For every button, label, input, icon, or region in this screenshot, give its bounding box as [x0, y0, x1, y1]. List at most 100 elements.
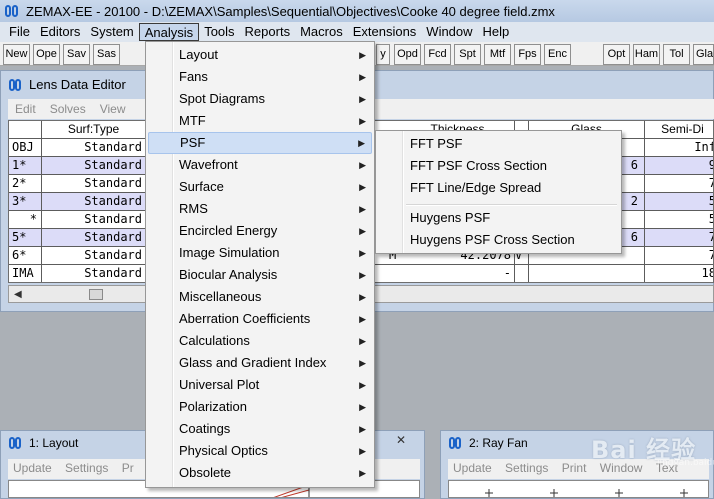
surface-type-cell[interactable]: Standard — [42, 193, 146, 210]
menu-item-label: Polarization — [179, 399, 247, 414]
semi-dia-cell[interactable]: 9 — [645, 157, 713, 174]
surface-type-cell[interactable]: Standard — [42, 229, 146, 246]
lens-editor-menu-edit[interactable]: Edit — [8, 102, 43, 116]
app-title: ZEMAX-EE - 20100 - D:\ZEMAX\Samples\Sequ… — [26, 3, 555, 19]
layout-menu-print[interactable]: Pr — [117, 459, 139, 475]
menu-macros[interactable]: Macros — [295, 23, 348, 41]
surface-type-cell[interactable]: Standard — [42, 139, 146, 156]
toolbar-partial-button[interactable]: y — [376, 44, 390, 65]
toolbar-new-button[interactable]: New — [3, 44, 30, 65]
analysis-menu-item-glass-gradient-index[interactable]: Glass and Gradient Index ▶ — [148, 352, 372, 374]
mark-cell[interactable] — [389, 265, 401, 282]
ray-fan-window-titlebar[interactable]: 2: Ray Fan — [449, 436, 528, 450]
toolbar-spt-button[interactable]: Spt — [454, 44, 481, 65]
analysis-menu-item-universal-plot[interactable]: Universal Plot ▶ — [148, 374, 372, 396]
psf-menu-item-huygens-psf-cross-section[interactable]: Huygens PSF Cross Section — [378, 229, 619, 251]
analysis-menu-item-polarization[interactable]: Polarization ▶ — [148, 396, 372, 418]
toolbar-save-button[interactable]: Sav — [63, 44, 90, 65]
lens-data-editor-titlebar[interactable]: Lens Data Editor — [9, 77, 126, 92]
semi-dia-cell[interactable]: Inf — [645, 139, 713, 156]
layout-menu-update[interactable]: Update — [8, 459, 57, 475]
analysis-menu-item-spot-diagrams[interactable]: Spot Diagrams ▶ — [148, 88, 372, 110]
thickness-solve-cell[interactable] — [515, 265, 529, 282]
analysis-menu-item-biocular-analysis[interactable]: Biocular Analysis ▶ — [148, 264, 372, 286]
analysis-menu-item-coatings[interactable]: Coatings ▶ — [148, 418, 372, 440]
semi-dia-cell[interactable]: 7 — [645, 229, 713, 246]
toolbar-ham-button[interactable]: Ham — [633, 44, 660, 65]
layout-menu-settings[interactable]: Settings — [60, 459, 113, 475]
scroll-left-arrow-icon[interactable]: ◀ — [14, 289, 22, 300]
menu-help[interactable]: Help — [478, 23, 515, 41]
rayfan-menu-update[interactable]: Update — [448, 459, 497, 475]
analysis-menu-item-physical-optics[interactable]: Physical Optics ▶ — [148, 440, 372, 462]
surface-type-cell[interactable]: Standard — [42, 175, 146, 192]
chevron-right-icon: ▶ — [359, 248, 366, 258]
ray-fan-axes — [485, 489, 688, 497]
lens-editor-menu-solves[interactable]: Solves — [43, 102, 93, 116]
chevron-right-icon: ▶ — [359, 336, 366, 346]
menu-extensions[interactable]: Extensions — [348, 23, 422, 41]
analysis-menu-item-psf[interactable]: PSF ▶ — [148, 132, 372, 154]
toolbar-tol-button[interactable]: Tol — [663, 44, 690, 65]
thickness-cell[interactable]: - — [401, 265, 515, 282]
analysis-menu-item-surface[interactable]: Surface ▶ — [148, 176, 372, 198]
toolbar-opd-button[interactable]: Opd — [394, 44, 421, 65]
menu-window[interactable]: Window — [421, 23, 477, 41]
surface-type-cell[interactable]: Standard — [42, 247, 146, 264]
close-icon[interactable]: ✕ — [392, 433, 410, 447]
semi-dia-cell[interactable]: 7 — [645, 175, 713, 192]
grid-header-surf-type[interactable]: Surf:Type — [42, 121, 146, 138]
analysis-menu-item-mtf[interactable]: MTF ▶ — [148, 110, 372, 132]
menu-reports[interactable]: Reports — [240, 23, 296, 41]
menu-system[interactable]: System — [85, 23, 138, 41]
menu-analysis[interactable]: Analysis — [138, 23, 200, 41]
grid-header-semi-dia[interactable]: Semi-Di — [645, 121, 713, 138]
menu-item-label: Encircled Energy — [179, 223, 278, 238]
analysis-menu-item-encircled-energy[interactable]: Encircled Energy ▶ — [148, 220, 372, 242]
surface-type-cell[interactable]: Standard — [42, 157, 146, 174]
surface-type-cell[interactable]: Standard — [42, 265, 146, 282]
glass-cell[interactable] — [529, 265, 645, 282]
surface-number: OBJ — [9, 139, 42, 156]
semi-dia-cell[interactable]: 5 — [645, 211, 713, 228]
menu-file[interactable]: File — [4, 23, 35, 41]
toolbar-gla-button[interactable]: Gla — [693, 44, 714, 65]
toolbar-open-button[interactable]: Ope — [33, 44, 60, 65]
zemax-app-icon[interactable] — [4, 3, 20, 19]
analysis-menu-item-calculations[interactable]: Calculations ▶ — [148, 330, 372, 352]
chevron-right-icon: ▶ — [359, 424, 366, 434]
menu-item-label: Glass and Gradient Index — [179, 355, 327, 370]
toolbar-fps-button[interactable]: Fps — [514, 44, 541, 65]
analysis-menu-item-rms[interactable]: RMS ▶ — [148, 198, 372, 220]
toolbar-opt-button[interactable]: Opt — [603, 44, 630, 65]
menu-item-label: Aberration Coefficients — [179, 311, 311, 326]
menu-item-label: PSF — [180, 135, 206, 150]
layout-window-titlebar[interactable]: 1: Layout — [9, 436, 78, 450]
semi-dia-cell[interactable]: 5 — [645, 193, 713, 210]
toolbar-mtf-button[interactable]: Mtf — [484, 44, 511, 65]
toolbar-fcd-button[interactable]: Fcd — [424, 44, 451, 65]
menu-item-label: Surface — [179, 179, 224, 194]
menu-editors[interactable]: Editors — [35, 23, 85, 41]
analysis-menu-item-wavefront[interactable]: Wavefront ▶ — [148, 154, 372, 176]
surface-type-cell[interactable]: Standard — [42, 211, 146, 228]
lens-editor-menu-view[interactable]: View — [93, 102, 133, 116]
analysis-menu-item-image-simulation[interactable]: Image Simulation ▶ — [148, 242, 372, 264]
semi-dia-cell[interactable]: 7 — [645, 247, 713, 264]
psf-menu-item-fft-psf[interactable]: FFT PSF — [378, 133, 619, 155]
analysis-menu-item-aberration-coefficients[interactable]: Aberration Coefficients ▶ — [148, 308, 372, 330]
toolbar-save-as-button[interactable]: Sas — [93, 44, 120, 65]
psf-menu-item-fft-line-edge-spread[interactable]: FFT Line/Edge Spread — [378, 177, 619, 199]
menu-tools[interactable]: Tools — [199, 23, 239, 41]
psf-menu-item-fft-psf-cross-section[interactable]: FFT PSF Cross Section — [378, 155, 619, 177]
analysis-menu-item-obsolete[interactable]: Obsolete ▶ — [148, 462, 372, 484]
scrollbar-thumb[interactable] — [89, 289, 103, 300]
analysis-menu-item-fans[interactable]: Fans ▶ — [148, 66, 372, 88]
psf-menu-item-huygens-psf[interactable]: Huygens PSF — [378, 207, 619, 229]
semi-dia-cell[interactable]: 18 — [645, 265, 713, 282]
analysis-menu-item-layout[interactable]: Layout ▶ — [148, 44, 372, 66]
surface-number: 1* — [9, 157, 42, 174]
surface-number: * — [9, 211, 42, 228]
analysis-menu-item-miscellaneous[interactable]: Miscellaneous ▶ — [148, 286, 372, 308]
toolbar-enc-button[interactable]: Enc — [544, 44, 571, 65]
